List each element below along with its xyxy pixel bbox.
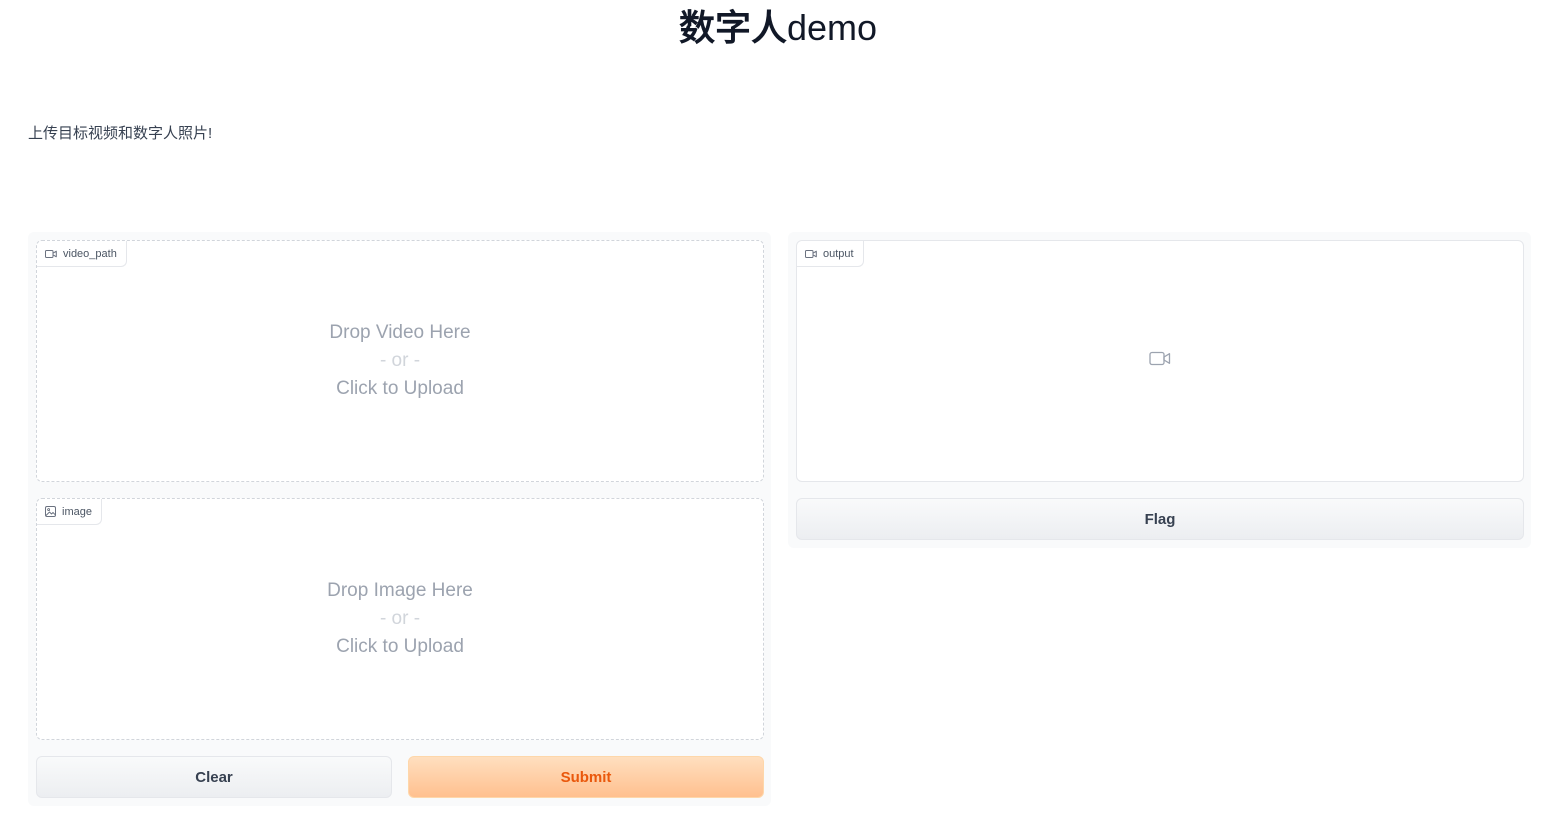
flag-button[interactable]: Flag [796,498,1524,540]
video-placeholder-icon [1149,351,1171,372]
output-label: output [797,241,864,267]
image-click-upload: Click to Upload [336,636,464,657]
output-panel: output Flag [788,232,1531,548]
image-drop-here: Drop Image Here [327,580,473,601]
video-upload-dropzone[interactable]: video_path Drop Video Here - or - Click … [36,240,764,482]
image-drop-text: Drop Image Here - or - Click to Upload [37,577,763,661]
image-label-text: image [62,505,92,518]
submit-button[interactable]: Submit [408,756,764,798]
output-label-text: output [823,247,854,260]
clear-button[interactable]: Clear [36,756,392,798]
image-label: image [37,499,102,525]
page-title-ascii: demo [786,7,878,48]
video-drop-here: Drop Video Here [329,322,471,343]
video-path-label-text: video_path [63,247,117,260]
video-drop-text: Drop Video Here - or - Click to Upload [37,319,763,403]
video-drop-or: - or - [379,350,421,371]
video-icon [45,249,57,259]
image-upload-dropzone[interactable]: image Drop Image Here - or - Click to Up… [36,498,764,740]
video-icon [805,249,817,259]
page-title: 数字人demo [0,2,1556,54]
output-video-box: output [796,240,1524,482]
video-path-label: video_path [37,241,127,267]
page-description: 上传目标视频和数字人照片! [28,125,213,142]
page-title-cjk: 数字人 [678,7,787,48]
video-click-upload: Click to Upload [336,378,464,399]
input-panel: video_path Drop Video Here - or - Click … [28,232,771,806]
image-icon [45,506,56,517]
image-drop-or: - or - [379,608,421,629]
